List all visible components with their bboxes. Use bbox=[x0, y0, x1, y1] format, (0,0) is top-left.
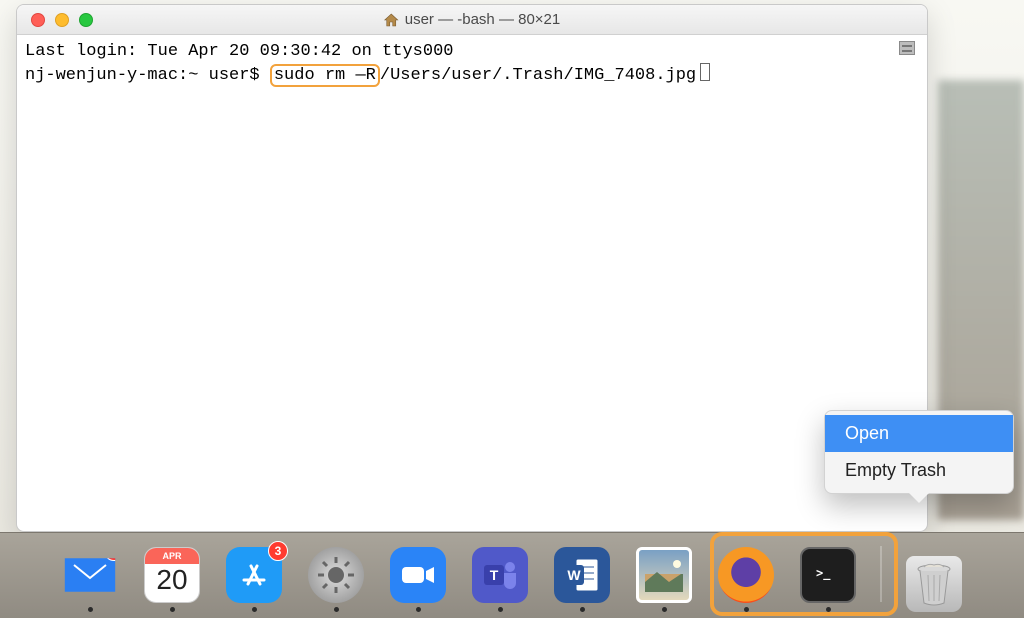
calendar-icon: APR 20 bbox=[144, 547, 200, 603]
mail-icon: 3 bbox=[62, 547, 118, 603]
terminal-prompt: nj-wenjun-y-mac:~ user$ bbox=[25, 66, 270, 85]
svg-text:T: T bbox=[490, 567, 499, 583]
zoom-icon bbox=[390, 547, 446, 603]
running-indicator bbox=[416, 607, 421, 612]
terminal-line-command: nj-wenjun-y-mac:~ user$ sudo rm —R/Users… bbox=[25, 63, 919, 87]
terminal-icon: >_ bbox=[800, 547, 856, 603]
menu-item-empty-trash[interactable]: Empty Trash bbox=[825, 452, 1013, 489]
dock-item-mail[interactable]: 3 bbox=[60, 547, 120, 612]
running-indicator bbox=[826, 607, 831, 612]
svg-text:W: W bbox=[567, 567, 581, 583]
running-indicator bbox=[170, 607, 175, 612]
running-indicator bbox=[498, 607, 503, 612]
appstore-badge: 3 bbox=[268, 541, 288, 561]
trash-icon bbox=[906, 556, 962, 612]
dock-item-trash[interactable] bbox=[904, 556, 964, 612]
dock-item-teams[interactable]: T bbox=[470, 547, 530, 612]
settings-icon bbox=[308, 547, 364, 603]
calendar-month: APR bbox=[145, 548, 199, 564]
scroll-indicator bbox=[899, 41, 915, 55]
dock-separator bbox=[880, 546, 882, 602]
terminal-cursor bbox=[700, 63, 710, 81]
terminal-command-highlight: sudo rm —R bbox=[270, 64, 380, 87]
minimize-button[interactable] bbox=[55, 13, 69, 27]
menu-item-open[interactable]: Open bbox=[825, 415, 1013, 452]
close-button[interactable] bbox=[31, 13, 45, 27]
home-icon bbox=[384, 13, 399, 27]
trash-context-menu[interactable]: Open Empty Trash bbox=[824, 410, 1014, 494]
photos-icon bbox=[636, 547, 692, 603]
terminal-command-rest: /Users/user/.Trash/IMG_7408.jpg bbox=[380, 66, 696, 85]
teams-icon: T bbox=[472, 547, 528, 603]
dock-item-terminal[interactable]: >_ bbox=[798, 547, 858, 612]
terminal-window[interactable]: user — -bash — 80×21 Last login: Tue Apr… bbox=[16, 4, 928, 532]
running-indicator bbox=[88, 607, 93, 612]
dock-item-firefox[interactable] bbox=[716, 547, 776, 612]
maximize-button[interactable] bbox=[79, 13, 93, 27]
svg-text:>_: >_ bbox=[816, 566, 831, 581]
firefox-icon bbox=[718, 547, 774, 603]
appstore-icon: 3 bbox=[226, 547, 282, 603]
calendar-day: 20 bbox=[156, 564, 187, 596]
dock-item-word[interactable]: W bbox=[552, 547, 612, 612]
running-indicator bbox=[580, 607, 585, 612]
terminal-body[interactable]: Last login: Tue Apr 20 09:30:42 on ttys0… bbox=[17, 35, 927, 531]
dock-item-zoom[interactable] bbox=[388, 547, 448, 612]
dock-item-appstore[interactable]: 3 bbox=[224, 547, 284, 612]
dock-item-settings[interactable] bbox=[306, 547, 366, 612]
dock[interactable]: 3 APR 20 3 bbox=[0, 532, 1024, 618]
dock-item-photos[interactable] bbox=[634, 547, 694, 612]
running-indicator bbox=[252, 607, 257, 612]
terminal-line-lastlogin: Last login: Tue Apr 20 09:30:42 on ttys0… bbox=[25, 41, 919, 63]
dock-item-calendar[interactable]: APR 20 bbox=[142, 547, 202, 612]
window-title-text: user — -bash — 80×21 bbox=[405, 11, 561, 28]
word-icon: W bbox=[554, 547, 610, 603]
mail-badge: 3 bbox=[104, 541, 124, 561]
window-title: user — -bash — 80×21 bbox=[384, 11, 561, 28]
running-indicator bbox=[662, 607, 667, 612]
running-indicator bbox=[744, 607, 749, 612]
running-indicator bbox=[334, 607, 339, 612]
titlebar[interactable]: user — -bash — 80×21 bbox=[17, 5, 927, 35]
